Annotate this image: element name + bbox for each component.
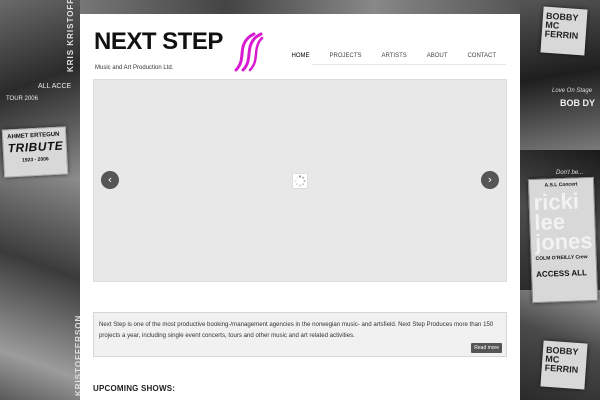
logo-subtitle: Music and Art Production Ltd. — [95, 65, 174, 71]
bg-text: BOBBY MC FERRIN — [544, 10, 579, 41]
bg-text: KRIS KRISTOFFERSON — [66, 0, 75, 72]
intro-box: Next Step is one of the most productive … — [93, 312, 507, 357]
bg-ricki-pass: A.S.L Concert ricki lee jones COLM O'REI… — [527, 176, 599, 304]
upcoming-shows-heading: UPCOMING SHOWS: — [93, 384, 176, 393]
bg-bobby-pass: BOBBY MC FERRIN — [540, 340, 588, 390]
main-nav: HOME PROJECTS ARTISTS ABOUT CONTACT — [282, 51, 506, 61]
bg-text: ACCESS ALL — [536, 268, 588, 279]
intro-text: Next Step is one of the most productive … — [99, 321, 494, 339]
bg-text: ALL ACCE — [38, 83, 72, 90]
bg-photo — [80, 0, 520, 14]
bg-text: BOB DY — [560, 98, 596, 108]
site-logo[interactable]: NEXT STEP Music and Art Production Ltd. — [94, 28, 264, 74]
image-slider[interactable]: ‹ › — [93, 79, 507, 282]
bg-text: ricki lee jones — [533, 188, 593, 255]
nav-artists[interactable]: ARTISTS — [372, 51, 417, 61]
nav-projects[interactable]: PROJECTS — [320, 51, 372, 61]
nav-about[interactable]: ABOUT — [417, 51, 458, 61]
chevron-right-icon[interactable]: › — [481, 171, 499, 189]
bg-text: Don't be... — [556, 170, 584, 176]
bg-text: A.S.L Concert — [544, 181, 578, 189]
bg-text: TRIBUTE — [7, 138, 64, 156]
read-more-button[interactable]: Read more — [471, 343, 502, 353]
chevron-left-icon[interactable]: ‹ — [101, 171, 119, 189]
bg-photo — [0, 180, 80, 400]
bg-text: Love On Stage — [552, 88, 593, 94]
logo-title: NEXT STEP — [94, 28, 223, 55]
bg-text: COLM O'REILLY Crew — [535, 254, 588, 262]
nav-divider — [312, 64, 506, 65]
bg-text: TOUR 2006 — [6, 96, 38, 102]
nav-contact[interactable]: CONTACT — [457, 51, 506, 61]
nav-home[interactable]: HOME — [282, 51, 320, 61]
bg-text: BOBBY MC FERRIN — [544, 344, 579, 375]
bg-tribute-pass: AHMET ERTEGUN TRIBUTE 1923 - 2006 — [1, 126, 69, 178]
swoosh-logo-icon — [234, 32, 264, 72]
bg-bobby-pass: BOBBY MC FERRIN — [540, 6, 588, 56]
bg-text: 1923 - 2006 — [21, 156, 49, 164]
page-container: NEXT STEP Music and Art Production Ltd. … — [80, 14, 520, 400]
spinner-icon — [292, 173, 308, 189]
